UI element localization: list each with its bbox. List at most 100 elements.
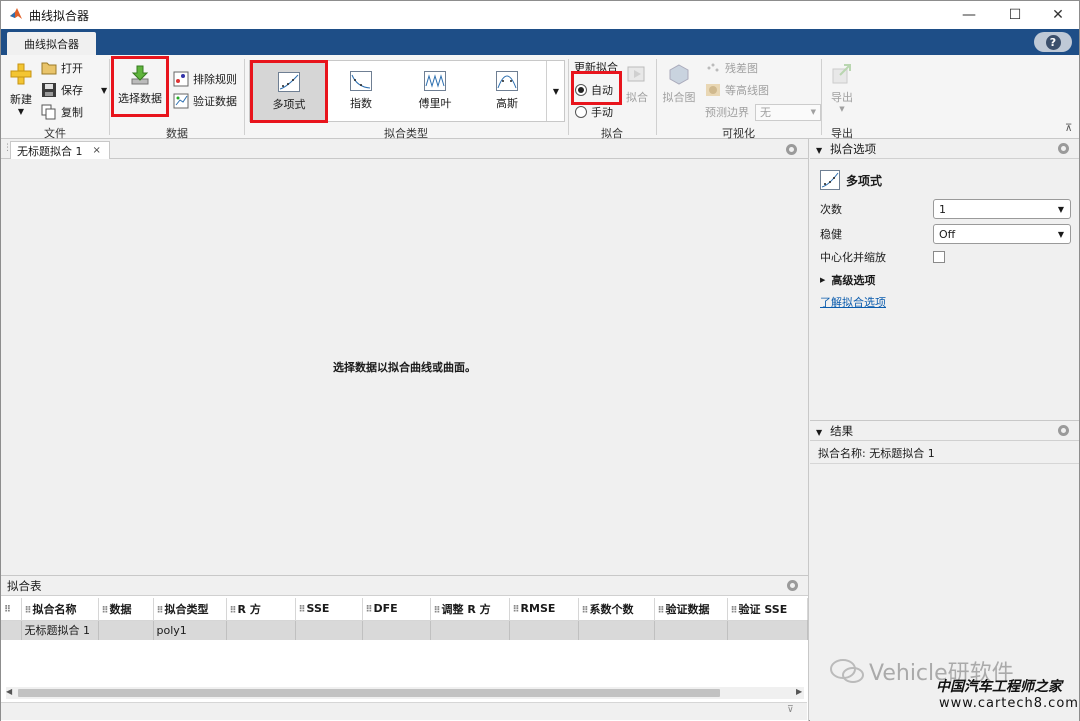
column-header[interactable]: ⠿ DFE: [362, 598, 431, 621]
column-grip-icon[interactable]: ⠿: [25, 606, 32, 616]
column-grip-icon[interactable]: ⠿: [513, 605, 520, 615]
gallery-expand-button[interactable]: ▼: [546, 61, 565, 121]
column-header[interactable]: ⠿ 拟合名称: [21, 598, 99, 621]
table-cell[interactable]: [295, 620, 363, 640]
column-header[interactable]: ⠿ 验证数据: [654, 598, 728, 621]
row-header-cell[interactable]: [1, 620, 22, 640]
save-dropdown-icon[interactable]: ▼: [101, 86, 107, 95]
prediction-bounds-select[interactable]: 无 ▼: [755, 103, 821, 121]
minimize-button[interactable]: —: [946, 1, 992, 29]
table-cell[interactable]: [509, 620, 579, 640]
table-row[interactable]: 无标题拟合 1 poly1: [1, 620, 808, 640]
horizontal-scrollbar[interactable]: ◀ ▶: [6, 687, 804, 699]
collapse-triangle-icon[interactable]: ▼: [816, 146, 822, 155]
resize-grip-icon[interactable]: ⊽: [787, 705, 794, 715]
chevron-down-icon: ▼: [1057, 204, 1064, 214]
column-header[interactable]: ⠿ 系数个数: [578, 598, 655, 621]
table-cell[interactable]: [430, 620, 510, 640]
robust-select[interactable]: Off ▼: [933, 224, 1071, 244]
new-button[interactable]: 新建 ▼: [6, 63, 36, 116]
tab-curve-fitter[interactable]: 曲线拟合器: [7, 32, 96, 55]
degree-select[interactable]: 1 ▼: [933, 199, 1071, 219]
export-button[interactable]: 导出 ▼: [827, 63, 857, 113]
residuals-plot-button[interactable]: 残差图: [705, 59, 758, 77]
model-header: 多项式: [820, 170, 882, 190]
center-scale-checkbox[interactable]: [933, 251, 945, 263]
fit-type-polynomial[interactable]: 多项式: [250, 60, 328, 123]
table-cell[interactable]: [98, 620, 154, 640]
column-header[interactable]: ⠿ 验证 SSE: [727, 598, 808, 621]
table-cell[interactable]: [226, 620, 296, 640]
auto-radio-indicator[interactable]: [575, 84, 587, 96]
column-grip-icon[interactable]: ⠿: [299, 605, 306, 615]
fit-plot-button[interactable]: 拟合图: [659, 63, 699, 105]
scrollbar-thumb[interactable]: [18, 689, 720, 697]
column-grip-icon[interactable]: ⠿: [731, 606, 738, 616]
column-grip-icon[interactable]: ⠿: [658, 606, 665, 616]
fit-play-icon: [627, 66, 645, 82]
table-cell[interactable]: [727, 620, 808, 640]
fit-type-fourier[interactable]: 傅里叶: [404, 61, 466, 121]
scroll-right-icon[interactable]: ▶: [796, 687, 802, 696]
column-grip-icon[interactable]: ⠿: [157, 606, 164, 616]
column-header[interactable]: ⠿ 拟合类型: [153, 598, 227, 621]
ribbon-separator: [821, 59, 822, 135]
fit-options-menu-icon[interactable]: [1058, 143, 1069, 154]
fit-button[interactable]: 拟合: [623, 63, 651, 105]
table-cell[interactable]: poly1: [153, 620, 227, 640]
copy-button[interactable]: 复制: [41, 103, 83, 121]
fourier-icon: [424, 71, 446, 91]
column-header-label: 系数个数: [589, 602, 634, 616]
close-window-button[interactable]: ✕: [1035, 1, 1080, 29]
collapse-triangle-icon[interactable]: ▼: [816, 428, 822, 437]
contour-plot-button[interactable]: 等高线图: [705, 81, 769, 99]
title-bar: 曲线拟合器 — ☐ ✕: [1, 1, 1079, 29]
column-header[interactable]: ⠿ SSE: [295, 598, 363, 621]
collapse-ribbon-icon[interactable]: ⊼: [1065, 123, 1072, 134]
validation-data-button[interactable]: 验证数据: [173, 92, 237, 110]
tab-untitled-fit-1[interactable]: 无标题拟合 1 ×: [10, 141, 110, 159]
column-header[interactable]: ⠿ 调整 R 方: [430, 598, 510, 621]
column-grip-icon[interactable]: ⠿: [582, 606, 589, 616]
save-button[interactable]: 保存 ▼: [41, 81, 107, 99]
table-cell[interactable]: [654, 620, 728, 640]
manual-radio-indicator[interactable]: [575, 106, 587, 118]
fit-options-title: 拟合选项: [830, 141, 877, 156]
table-cell[interactable]: [362, 620, 431, 640]
open-button[interactable]: 打开: [41, 59, 83, 77]
table-cell[interactable]: 无标题拟合 1: [21, 620, 99, 640]
manual-fit-radio[interactable]: 手动: [575, 103, 613, 121]
copy-icon: [41, 104, 56, 120]
fit-table-options-icon[interactable]: [787, 580, 798, 591]
select-data-label: 选择数据: [118, 92, 162, 105]
document-tab-label: 无标题拟合 1: [17, 144, 83, 158]
results-menu-icon[interactable]: [1058, 425, 1069, 436]
column-header[interactable]: ⠿ 数据: [98, 598, 154, 621]
auto-fit-radio[interactable]: 自动: [575, 81, 613, 99]
fit-type-gaussian[interactable]: 高斯: [477, 61, 537, 121]
column-grip-icon[interactable]: ⠿: [230, 606, 237, 616]
learn-fit-options-link-wrapper: 了解拟合选项: [820, 294, 886, 310]
curve-fitter-app: 曲线拟合器 — ☐ ✕ 曲线拟合器 ? 新建 ▼ 打开 保存 ▼ 复制 文件 选…: [0, 0, 1080, 721]
table-cell[interactable]: [578, 620, 655, 640]
gaussian-label: 高斯: [496, 97, 518, 110]
exclusion-rules-button[interactable]: 排除规则: [173, 70, 237, 88]
column-header[interactable]: ⠿ RMSE: [509, 598, 579, 621]
column-grip-icon[interactable]: ⠿: [366, 605, 373, 615]
close-tab-icon[interactable]: ×: [93, 145, 101, 156]
learn-fit-options-link[interactable]: 了解拟合选项: [820, 296, 886, 309]
fit-type-exponential[interactable]: 指数: [331, 61, 391, 121]
maximize-button[interactable]: ☐: [992, 1, 1038, 29]
column-header-label: 验证 SSE: [738, 602, 788, 616]
column-grip-icon[interactable]: ⠿: [434, 606, 441, 616]
column-grip-icon[interactable]: ⠿: [102, 606, 109, 616]
fit-options-header: ▼ 拟合选项: [810, 139, 1079, 159]
advanced-options-toggle[interactable]: ▶ 高级选项: [820, 270, 875, 290]
column-header[interactable]: ⠿ R 方: [226, 598, 296, 621]
new-plus-icon: [10, 63, 32, 85]
help-button[interactable]: ?: [1034, 32, 1072, 52]
select-data-button[interactable]: 选择数据: [111, 56, 169, 117]
document-options-icon[interactable]: [786, 144, 797, 155]
watermark-site-name: 中国汽车工程师之家: [936, 679, 1062, 695]
scroll-left-icon[interactable]: ◀: [6, 687, 12, 696]
